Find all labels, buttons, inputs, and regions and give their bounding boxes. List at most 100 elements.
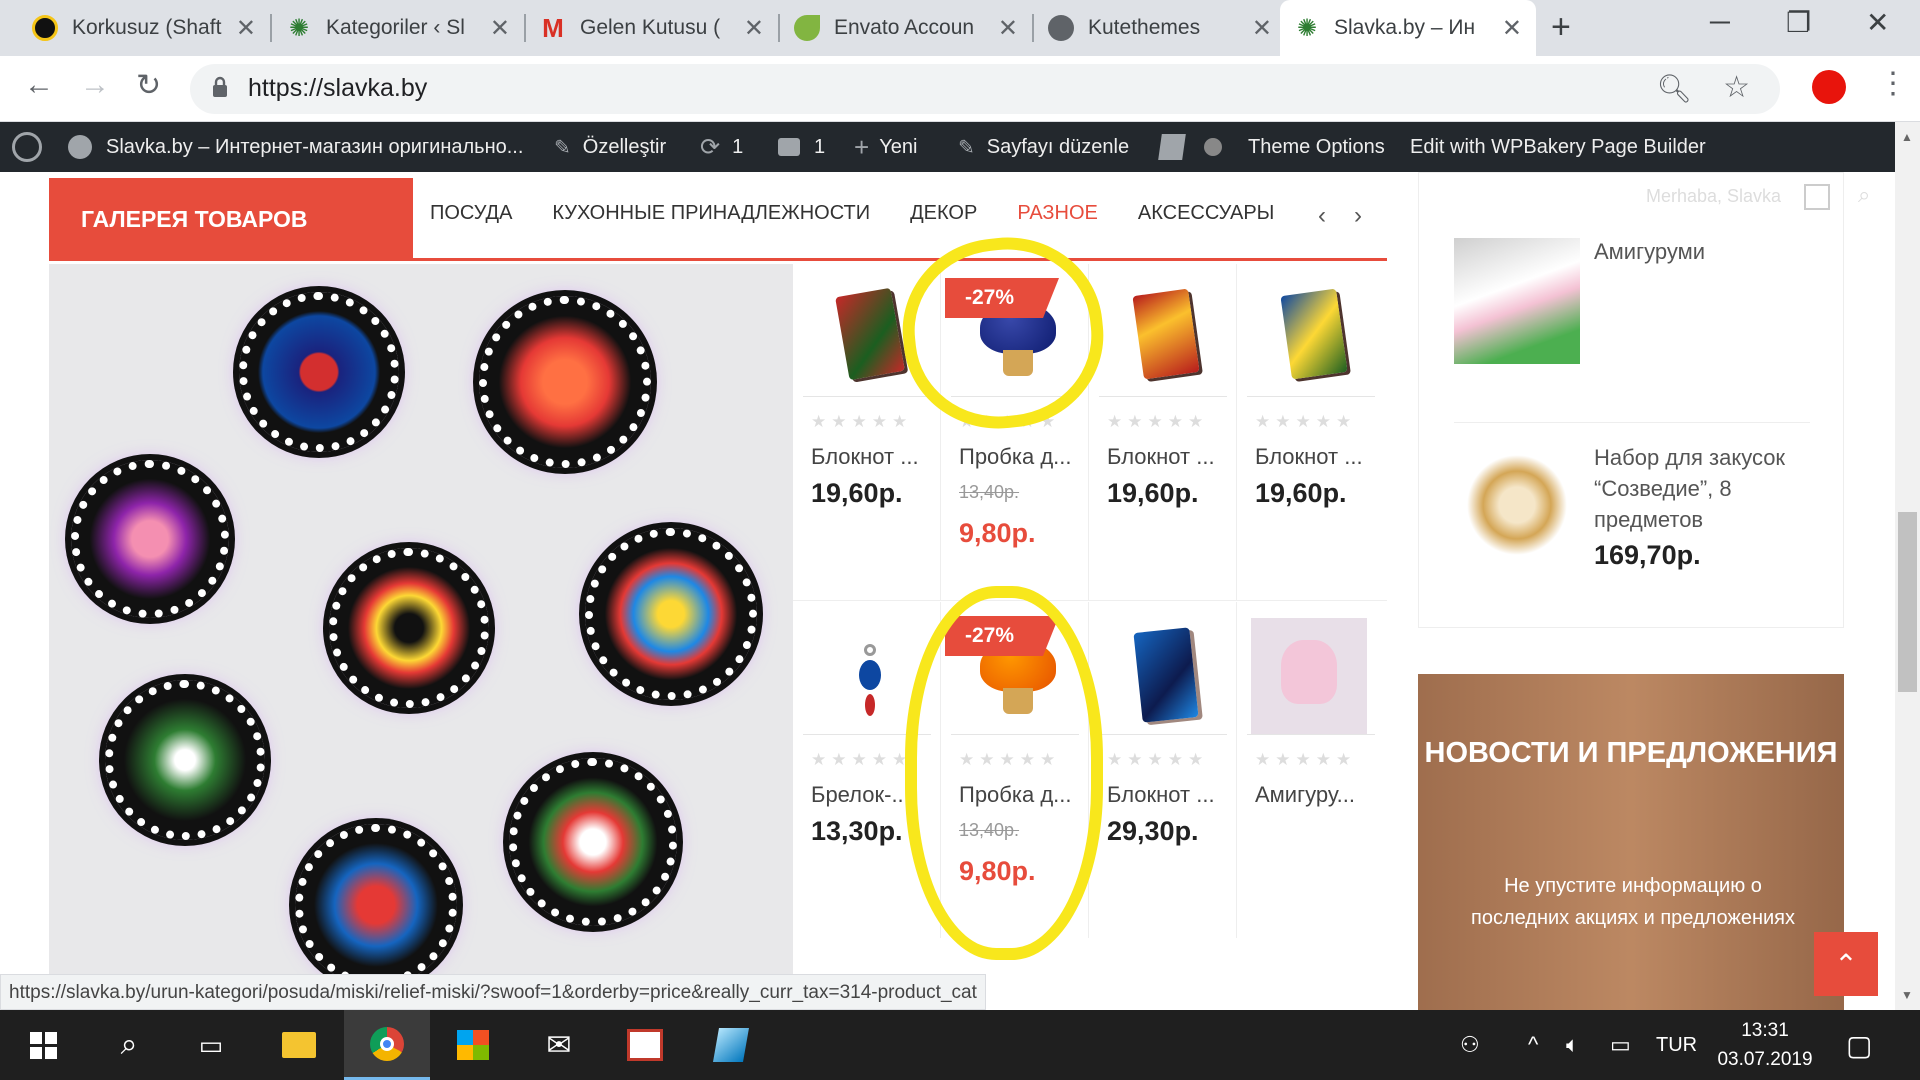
windows-start-icon[interactable] <box>0 1010 86 1080</box>
product-image[interactable] <box>1111 284 1221 394</box>
product-name[interactable]: Брелок-... <box>811 782 910 808</box>
back-to-top-button[interactable]: ⌃ <box>1814 932 1878 996</box>
plus-icon: + <box>854 131 870 162</box>
rating-stars: ★★★★★ <box>811 412 913 431</box>
gallery-hero-image[interactable] <box>49 264 793 1010</box>
product-price: 19,60р. <box>811 478 903 508</box>
battery-icon[interactable]: ▭ <box>1610 1010 1631 1080</box>
restore-icon[interactable]: ❐ <box>1786 6 1811 39</box>
tab-slavka[interactable]: ✺ Slavka.by – Ин ✕ <box>1280 0 1536 56</box>
wp-theme-options[interactable]: Theme Options <box>1248 122 1385 172</box>
volume-icon[interactable]: 🔈︎ <box>1566 1010 1579 1080</box>
close-icon[interactable]: ✕ <box>236 14 256 43</box>
wordpress-logo-icon[interactable] <box>12 122 42 172</box>
task-view-icon[interactable]: ▭ <box>168 1010 254 1080</box>
font-app-icon[interactable] <box>602 1010 688 1080</box>
bookmark-star-icon[interactable]: ☆ <box>1723 70 1750 105</box>
product-card[interactable]: ★★★★★ Блокнот ... 29,30р. <box>1089 602 1237 938</box>
product-card[interactable]: ★★★★★ Блокнот ... 19,60р. <box>1237 264 1385 600</box>
sidebar-product-price: 169,70р. <box>1594 540 1701 570</box>
product-card[interactable]: ★★★★★ Амигуру... <box>1237 602 1385 938</box>
product-name[interactable]: Блокнот ... <box>1107 782 1215 808</box>
tab-kutethemes[interactable]: Kutethemes ✕ <box>1034 0 1286 56</box>
category-prev-icon[interactable]: ‹ <box>1318 202 1326 230</box>
reload-icon[interactable]: ↻ <box>136 68 161 103</box>
sidebar-product-image[interactable] <box>1454 238 1580 364</box>
news-banner[interactable]: НОВОСТИ И ПРЕДЛОЖЕНИЯ Не упустите информ… <box>1418 674 1844 1010</box>
product-image[interactable] <box>1259 284 1369 394</box>
wp-updates[interactable]: ⟳ 1 <box>700 122 743 172</box>
tab-kategoriler[interactable]: ✺ Kategoriler ‹ Sl ✕ <box>272 0 524 56</box>
app-icon[interactable] <box>688 1010 774 1080</box>
minimize-icon[interactable]: ─ <box>1710 6 1730 38</box>
address-bar[interactable]: https://slavka.by 🔍︎ ☆ <box>190 64 1780 114</box>
user-avatar[interactable] <box>1804 184 1830 210</box>
product-image[interactable] <box>1251 618 1367 734</box>
close-icon[interactable]: ✕ <box>490 14 510 43</box>
category-tab[interactable]: ПОСУДА <box>430 202 512 225</box>
url-text[interactable]: https://slavka.by <box>248 74 427 103</box>
forward-icon[interactable]: → <box>80 68 110 102</box>
product-name[interactable]: Блокнот ... <box>1255 444 1363 470</box>
new-tab-button[interactable]: + <box>1551 8 1571 47</box>
people-icon[interactable]: ⚇ <box>1460 1010 1480 1080</box>
yoast-icon[interactable] <box>1158 122 1186 172</box>
category-tab[interactable]: КУХОННЫЕ ПРИНАДЛЕЖНОСТИ <box>552 202 870 225</box>
category-tab[interactable]: АКСЕССУАРЫ <box>1138 202 1275 225</box>
search-icon[interactable]: ⌕ <box>1858 182 1870 208</box>
seo-status-icon[interactable] <box>1204 122 1222 172</box>
rating-stars: ★★★★★ <box>1255 412 1357 431</box>
tab-envato[interactable]: Envato Accoun ✕ <box>780 0 1032 56</box>
divider <box>1247 734 1375 735</box>
wp-new[interactable]: + Yeni <box>854 122 917 172</box>
scrollbar-thumb[interactable] <box>1898 512 1917 692</box>
bowl-image <box>585 528 757 700</box>
wp-wpbakery[interactable]: Edit with WPBakery Page Builder <box>1410 122 1706 172</box>
category-tabs: ПОСУДА КУХОННЫЕ ПРИНАДЛЕЖНОСТИ ДЕКОР РАЗ… <box>430 202 1314 225</box>
scroll-down-icon[interactable]: ▼ <box>1901 988 1913 1002</box>
brush-icon: ✎ <box>554 136 571 159</box>
close-icon[interactable]: ✕ <box>998 14 1018 43</box>
divider <box>1099 734 1227 735</box>
category-next-icon[interactable]: › <box>1354 202 1362 230</box>
search-icon[interactable]: ⌕ <box>86 1010 172 1080</box>
product-card[interactable]: ★★★★★ Блокнот ... 19,60р. <box>1089 264 1237 600</box>
tab-gmail[interactable]: M Gelen Kutusu ( ✕ <box>526 0 778 56</box>
tab-korkusuz[interactable]: Korkusuz (Shaft ✕ <box>18 0 270 56</box>
close-window-icon[interactable]: ✕ <box>1866 6 1889 39</box>
category-tab-active[interactable]: РАЗНОЕ <box>1017 202 1098 225</box>
zoom-icon[interactable]: 🔍︎ <box>1656 72 1692 105</box>
profile-avatar[interactable] <box>1812 70 1846 104</box>
wp-site-name[interactable]: Slavka.by – Интернет-магазин оригинально… <box>68 122 523 172</box>
tray-chevron-icon[interactable]: ^ <box>1528 1010 1538 1080</box>
sidebar-product-title[interactable]: Амигуруми <box>1594 236 1824 267</box>
sidebar-product-image[interactable] <box>1454 442 1580 568</box>
store-icon[interactable] <box>430 1010 516 1080</box>
mail-icon[interactable]: ✉ <box>516 1010 602 1080</box>
close-icon[interactable]: ✕ <box>744 14 764 43</box>
language-indicator[interactable]: TUR <box>1656 1010 1697 1080</box>
close-icon[interactable]: ✕ <box>1252 14 1272 43</box>
product-name[interactable]: Пробка д... <box>959 444 1072 470</box>
system-clock[interactable]: 13:31 03.07.2019 <box>1700 1016 1830 1074</box>
notifications-icon[interactable]: ▢ <box>1846 1010 1872 1080</box>
wp-edit-page[interactable]: ✎ Sayfayı düzenle <box>958 122 1129 172</box>
product-image[interactable] <box>1111 622 1221 732</box>
sidebar-product-title[interactable]: Набор для закусок “Созведие”, 8 предмето… <box>1594 442 1824 535</box>
close-icon[interactable]: ✕ <box>1502 14 1522 43</box>
wp-customize[interactable]: ✎ Özelleştir <box>554 122 666 172</box>
category-tab[interactable]: ДЕКОР <box>910 202 977 225</box>
gallery-underline <box>49 258 1387 261</box>
menu-icon[interactable]: ⋮ <box>1878 66 1908 101</box>
wp-comments[interactable]: 1 <box>778 122 825 172</box>
chrome-icon[interactable] <box>344 1010 430 1080</box>
back-icon[interactable]: ← <box>24 68 54 102</box>
link-status-bar: https://slavka.by/urun-kategori/posuda/m… <box>0 974 986 1010</box>
product-name[interactable]: Блокнот ... <box>811 444 919 470</box>
product-price: 13,30р. <box>811 816 903 846</box>
scroll-up-icon[interactable]: ▲ <box>1901 130 1913 144</box>
product-name[interactable]: Амигуру... <box>1255 782 1355 808</box>
page-scrollbar[interactable]: ▲ ▼ <box>1895 122 1920 1010</box>
product-name[interactable]: Блокнот ... <box>1107 444 1215 470</box>
file-explorer-icon[interactable] <box>256 1010 342 1080</box>
